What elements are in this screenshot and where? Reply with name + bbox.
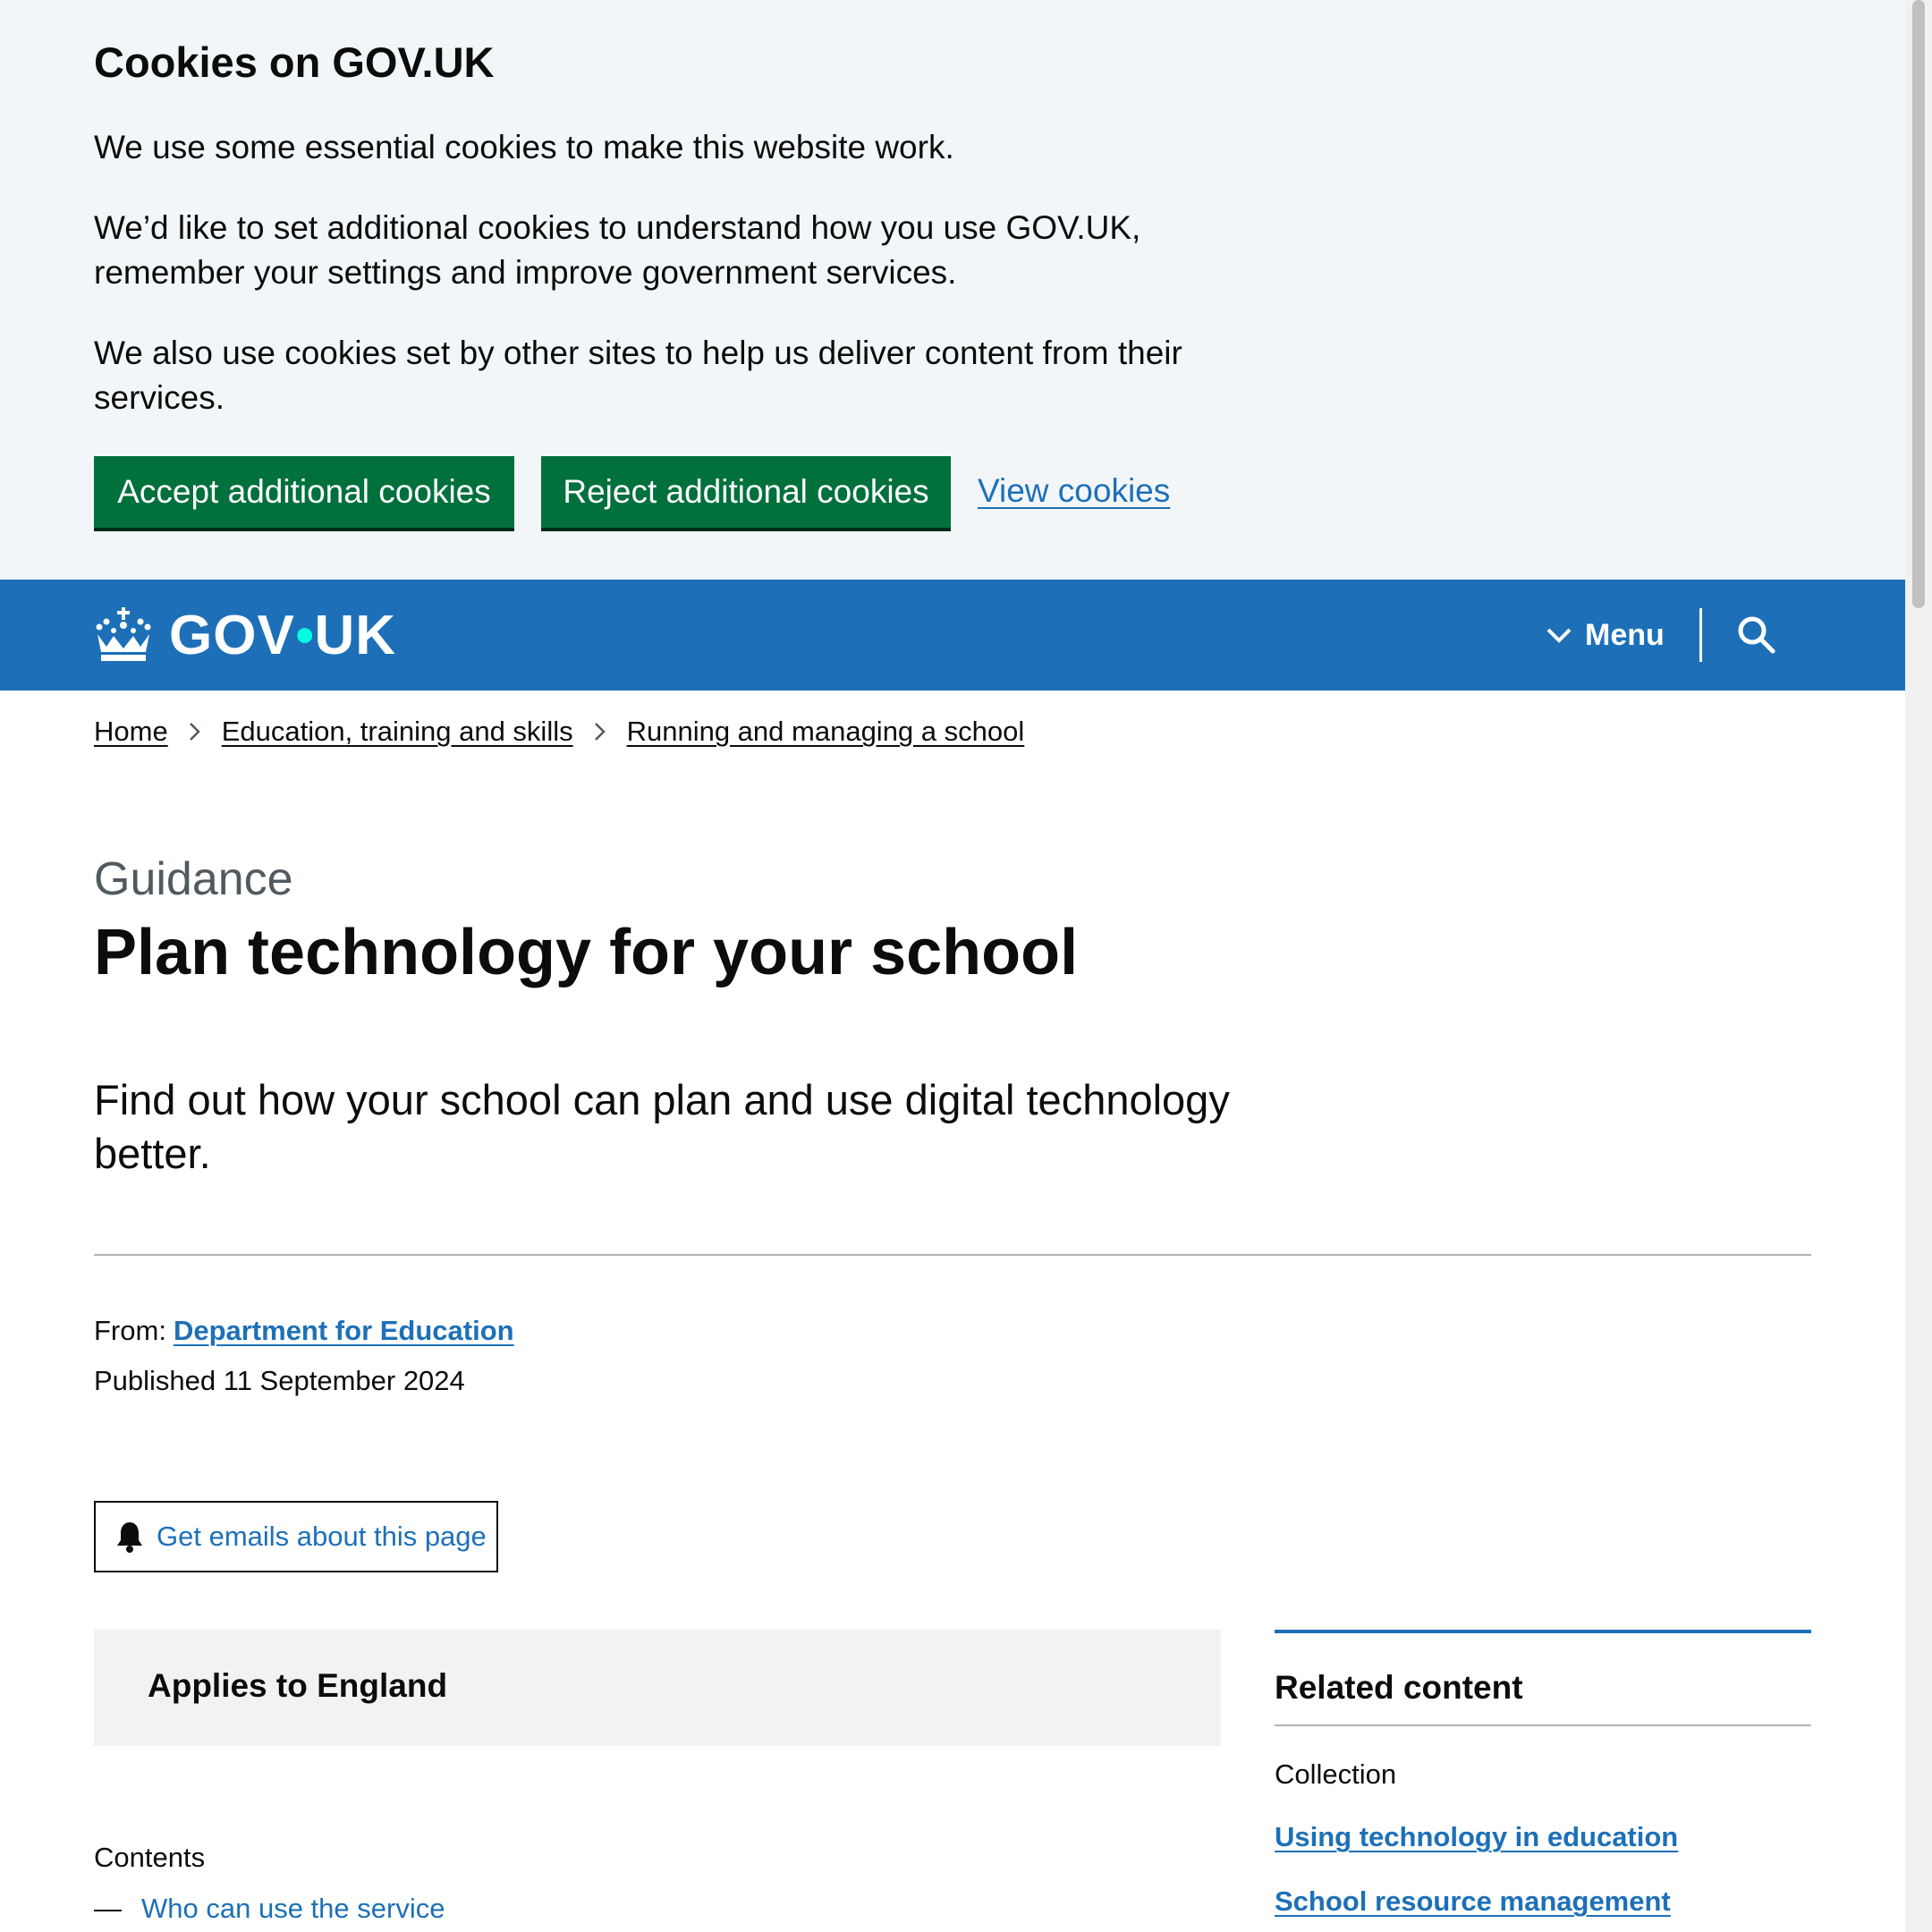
breadcrumb-home[interactable]: Home [94, 716, 168, 748]
metadata-from: From: Department for Education [94, 1311, 514, 1351]
contents-heading: Contents [94, 1842, 206, 1873]
view-cookies-link[interactable]: View cookies [978, 469, 1170, 513]
applies-to-text: Applies to England [148, 1667, 448, 1704]
published-date: Published 11 September 2024 [94, 1365, 465, 1396]
site-header: GOV • UK Menu [0, 580, 1905, 691]
contents-dash: — [94, 1893, 122, 1924]
header-divider [1699, 608, 1702, 662]
related-link-technology[interactable]: Using technology in education [1275, 1818, 1678, 1857]
applies-to-box: Applies to England [94, 1630, 1221, 1746]
govuk-logo[interactable]: GOV • UK [94, 599, 396, 671]
cookie-banner-text-additional: We’d like to set additional cookies to u… [94, 209, 1141, 291]
page-scrollbar[interactable] [1905, 0, 1932, 1932]
chevron-right-icon [188, 721, 202, 742]
accept-cookies-button[interactable]: Accept additional cookies [94, 456, 514, 528]
related-link-resource-management[interactable]: School resource management [1275, 1882, 1671, 1921]
reject-cookies-button[interactable]: Reject additional cookies [541, 456, 951, 528]
bell-icon [117, 1522, 142, 1553]
from-label: From: [94, 1315, 166, 1346]
logo-text-uk: UK [314, 604, 397, 666]
related-content-title: Related content [1275, 1669, 1523, 1706]
get-emails-button[interactable]: Get emails about this page [94, 1501, 498, 1572]
breadcrumb-education[interactable]: Education, training and skills [222, 716, 573, 748]
scrollbar-thumb[interactable] [1912, 0, 1925, 608]
search-button[interactable] [1735, 614, 1778, 661]
breadcrumb: Home Education, training and skills Runn… [94, 716, 1024, 748]
cookie-banner-title: Cookies on GOV.UK [94, 38, 495, 86]
menu-button[interactable]: Menu [1546, 606, 1665, 664]
related-collection-label: Collection [1275, 1758, 1397, 1790]
get-emails-label: Get emails about this page [157, 1521, 487, 1552]
menu-label: Menu [1585, 617, 1665, 652]
crown-icon [96, 607, 151, 661]
contents-link-who-can-use[interactable]: Who can use the service [141, 1889, 445, 1928]
cookie-banner-text-third-party: We also use cookies set by other sites t… [94, 335, 1182, 416]
page-lead: Find out how your school can plan and us… [94, 1076, 1230, 1177]
related-content: Related content Collection Using technol… [1275, 1630, 1811, 1917]
cookie-banner-text-essential: We use some essential cookies to make th… [94, 129, 954, 165]
logo-dot: • [294, 604, 315, 666]
related-content-divider [1275, 1724, 1811, 1726]
organisation-link[interactable]: Department for Education [174, 1315, 514, 1346]
breadcrumb-running-school[interactable]: Running and managing a school [627, 716, 1025, 748]
cookie-banner: Cookies on GOV.UK We use some essential … [0, 0, 1905, 580]
page-title: Plan technology for your school [94, 917, 1079, 988]
chevron-right-icon [593, 721, 607, 742]
logo-text-gov: GOV [169, 604, 295, 666]
search-icon [1738, 616, 1775, 654]
page-caption: Guidance [94, 853, 293, 905]
chevron-down-icon [1546, 628, 1572, 643]
contents-list-item: — Who can use the service [94, 1889, 445, 1928]
section-divider [94, 1254, 1811, 1256]
